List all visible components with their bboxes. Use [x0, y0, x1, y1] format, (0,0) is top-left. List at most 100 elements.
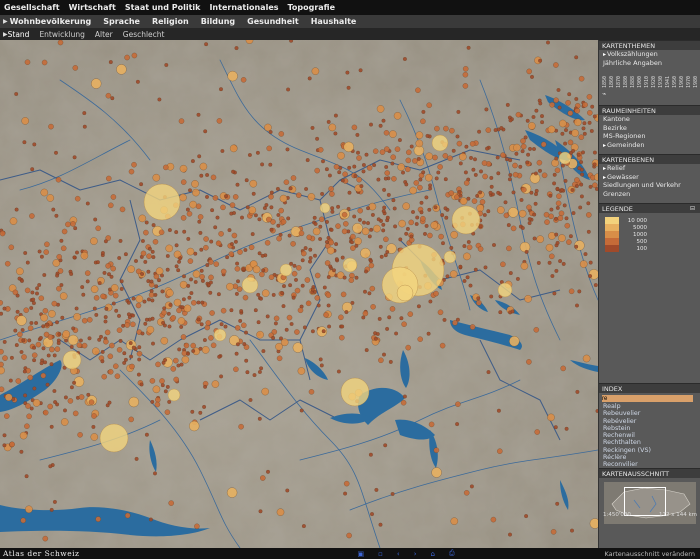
population-dot	[192, 270, 201, 278]
legend-row: 500	[599, 238, 700, 245]
theme-jaehrliche-angaben[interactable]: Jährliche Angaben	[599, 59, 700, 68]
index-item[interactable]: Rechenwil	[599, 432, 700, 439]
map-canvas[interactable]	[0, 40, 598, 548]
population-dot	[313, 221, 318, 226]
legend-swatch	[605, 238, 619, 245]
population-dot	[104, 329, 111, 336]
year-option[interactable]: 1900	[637, 70, 643, 88]
population-dot	[570, 188, 575, 192]
population-dot	[524, 295, 532, 303]
population-dot	[451, 148, 456, 153]
index-item[interactable]: Rebévelier	[599, 418, 700, 425]
tab-geschlecht[interactable]: Geschlecht	[123, 30, 165, 39]
back-icon[interactable]: ‹	[397, 550, 400, 558]
year-option[interactable]: 1980	[693, 70, 699, 88]
index-search-input[interactable]	[602, 395, 693, 402]
population-dot	[586, 212, 592, 218]
layer-siedlungen-verkehr[interactable]: Siedlungen und Verkehr	[599, 181, 700, 190]
menu-staat-und-politik[interactable]: Staat und Politik	[125, 3, 201, 12]
unit-bezirke[interactable]: Bezirke	[599, 124, 700, 133]
menu-wirtschaft[interactable]: Wirtschaft	[69, 3, 116, 12]
tab-alter[interactable]: Alter	[95, 30, 113, 39]
menu-gesellschaft[interactable]: Gesellschaft	[4, 3, 60, 12]
population-dot	[408, 219, 414, 226]
index-item[interactable]: Reckingen (VS)	[599, 447, 700, 454]
year-option[interactable]: 1950	[672, 70, 678, 88]
population-dot	[297, 367, 306, 375]
year-option[interactable]: 1930	[658, 70, 664, 88]
layer-relief[interactable]: Relief	[599, 164, 700, 173]
index-item[interactable]: Réclère	[599, 454, 700, 461]
tab-entwicklung[interactable]: Entwicklung	[39, 30, 84, 39]
population-dot	[229, 202, 236, 208]
layer-grenzen[interactable]: Grenzen	[599, 190, 700, 199]
menu-topografie[interactable]: Topografie	[288, 3, 336, 12]
atlas-brand: Atlas der Schweiz	[3, 549, 80, 558]
index-item[interactable]: Rebstein	[599, 425, 700, 432]
expand-icon[interactable]: ⊟	[690, 204, 695, 214]
forward-icon[interactable]: ›	[414, 550, 417, 558]
year-option[interactable]: 1970	[686, 70, 692, 88]
population-dot	[481, 160, 488, 166]
year-option[interactable]: 1880	[623, 70, 629, 88]
population-dot	[253, 308, 258, 313]
menu-bildung[interactable]: Bildung	[201, 17, 235, 26]
year-option[interactable]: 1910	[644, 70, 650, 88]
population-dot	[213, 225, 218, 230]
menu-sprache[interactable]: Sprache	[103, 17, 140, 26]
population-dot	[534, 108, 539, 113]
unit-kantone[interactable]: Kantone	[599, 115, 700, 124]
population-dot	[477, 246, 484, 252]
year-option[interactable]: 1960	[679, 70, 685, 88]
population-dot	[60, 418, 69, 426]
map-icon[interactable]: ▣	[358, 550, 365, 558]
population-dot	[32, 345, 37, 350]
population-dot	[350, 240, 354, 245]
population-dot	[582, 102, 588, 108]
population-dot	[370, 212, 375, 217]
year-option[interactable]: 1888	[630, 70, 636, 88]
theme-volkszaehlungen[interactable]: Volkszählungen	[599, 50, 700, 59]
year-option[interactable]: 1870	[616, 70, 622, 88]
index-item[interactable]: Rebeuvelier	[599, 410, 700, 417]
index-item[interactable]: Rechthalten	[599, 439, 700, 446]
chart-icon[interactable]: ⌁	[599, 90, 700, 98]
population-dot	[41, 59, 48, 66]
population-dot	[100, 359, 105, 364]
population-dot	[463, 180, 470, 186]
population-dot	[69, 385, 74, 390]
population-dot	[304, 277, 311, 283]
population-dot	[92, 306, 97, 311]
map-svg[interactable]	[0, 40, 598, 548]
menu-haushalte[interactable]: Haushalte	[311, 17, 357, 26]
home-icon[interactable]: ⌂	[431, 550, 435, 558]
year-option[interactable]: 1850	[602, 70, 608, 88]
population-dot	[490, 516, 497, 523]
population-dot	[226, 487, 238, 498]
population-dot	[303, 246, 308, 251]
menu-gesundheit[interactable]: Gesundheit	[247, 17, 299, 26]
population-dot	[60, 245, 67, 252]
year-option[interactable]: 1920	[651, 70, 657, 88]
population-dot	[567, 110, 574, 116]
population-dot	[129, 354, 134, 359]
year-option[interactable]: 1860	[609, 70, 615, 88]
population-dot	[455, 401, 461, 407]
population-dot	[280, 219, 287, 225]
zoom-out-icon[interactable]: ▫	[378, 550, 383, 558]
menu-religion[interactable]: Religion	[152, 17, 189, 26]
print-icon[interactable]: ⎙	[449, 549, 455, 558]
tab-stand[interactable]: Stand	[8, 30, 30, 39]
menu-internationales[interactable]: Internationales	[209, 3, 278, 12]
unit-gemeinden[interactable]: Gemeinden	[599, 141, 700, 150]
menu-wohnbevoelkerung[interactable]: Wohnbevölkerung	[10, 17, 92, 26]
layer-gewaesser[interactable]: Gewässer	[599, 173, 700, 182]
index-item[interactable]: Realp	[599, 403, 700, 410]
population-dot	[29, 406, 34, 411]
unit-ms-regionen[interactable]: MS-Regionen	[599, 132, 700, 141]
population-dot	[310, 287, 315, 292]
legend-label: 5000	[633, 224, 647, 231]
control-panel: KARTENTHEMEN Volkszählungen Jährliche An…	[598, 40, 700, 548]
population-dot	[242, 294, 249, 301]
year-option[interactable]: 1941	[665, 70, 671, 88]
